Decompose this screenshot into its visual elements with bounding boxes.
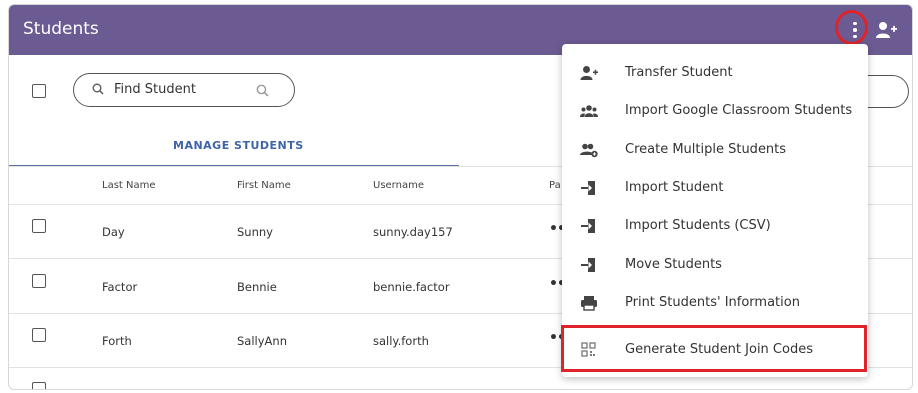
- column-header-first-name[interactable]: First Name: [237, 180, 291, 191]
- cell-last-name: Day: [102, 225, 125, 239]
- search-text: Find Student: [114, 82, 196, 97]
- import-icon: [581, 219, 595, 233]
- cell-last-name: Factor: [102, 280, 138, 294]
- add-student-button[interactable]: [875, 21, 897, 39]
- menu-item-create-multiple-students[interactable]: Create Multiple Students: [562, 131, 868, 169]
- annotation-circle: [835, 10, 868, 45]
- menu-item-import-student[interactable]: Import Student: [562, 169, 868, 207]
- menu-item-label: Print Students' Information: [625, 295, 800, 310]
- row-checkbox[interactable]: [32, 328, 46, 342]
- row-checkbox[interactable]: [32, 219, 46, 233]
- tab-manage-students[interactable]: MANAGE STUDENTS: [9, 133, 459, 167]
- menu-item-label: Import Students (CSV): [625, 218, 771, 233]
- user-plus-icon: [580, 66, 598, 80]
- menu-item-label: Move Students: [625, 257, 722, 272]
- search-icon: [92, 83, 104, 95]
- menu-item-transfer-student[interactable]: Transfer Student: [562, 54, 868, 92]
- cell-first-name: Bennie: [237, 280, 277, 294]
- cell-first-name: SallyAnn: [237, 334, 287, 348]
- import-icon: [581, 181, 595, 195]
- cell-first-name: Sunny: [237, 225, 273, 239]
- row-checkbox[interactable]: [32, 382, 46, 389]
- menu-item-move-students[interactable]: Move Students: [562, 246, 868, 284]
- printer-icon: [581, 296, 597, 311]
- menu-item-label: Import Google Classroom Students: [625, 103, 853, 118]
- import-icon: [581, 258, 595, 272]
- row-checkbox[interactable]: [32, 274, 46, 288]
- column-header-username[interactable]: Username: [373, 180, 424, 191]
- search-input[interactable]: Find Student: [73, 73, 295, 107]
- menu-item-label: Transfer Student: [625, 65, 733, 80]
- menu-item-print-students-info[interactable]: Print Students' Information: [562, 284, 868, 322]
- cell-username: bennie.factor: [373, 280, 450, 294]
- annotation-highlight-box: [561, 325, 867, 372]
- users-group-icon: [580, 105, 598, 117]
- menu-item-label: Import Student: [625, 180, 724, 195]
- page-title: Students: [23, 19, 99, 39]
- select-all-checkbox[interactable]: [32, 84, 46, 98]
- menu-item-label: Create Multiple Students: [625, 142, 787, 157]
- users-add-icon: [580, 143, 598, 158]
- cell-username: sally.forth: [373, 334, 429, 348]
- column-header-last-name[interactable]: Last Name: [102, 180, 156, 191]
- search-submit-icon[interactable]: [256, 84, 269, 97]
- cell-last-name: Forth: [102, 334, 132, 348]
- menu-item-import-google-classroom[interactable]: Import Google Classroom Students: [562, 92, 868, 130]
- column-header-password[interactable]: Pa: [549, 180, 561, 191]
- tab-label: MANAGE STUDENTS: [173, 139, 304, 152]
- cell-username: sunny.day157: [373, 225, 453, 239]
- menu-item-import-students-csv[interactable]: Import Students (CSV): [562, 207, 868, 245]
